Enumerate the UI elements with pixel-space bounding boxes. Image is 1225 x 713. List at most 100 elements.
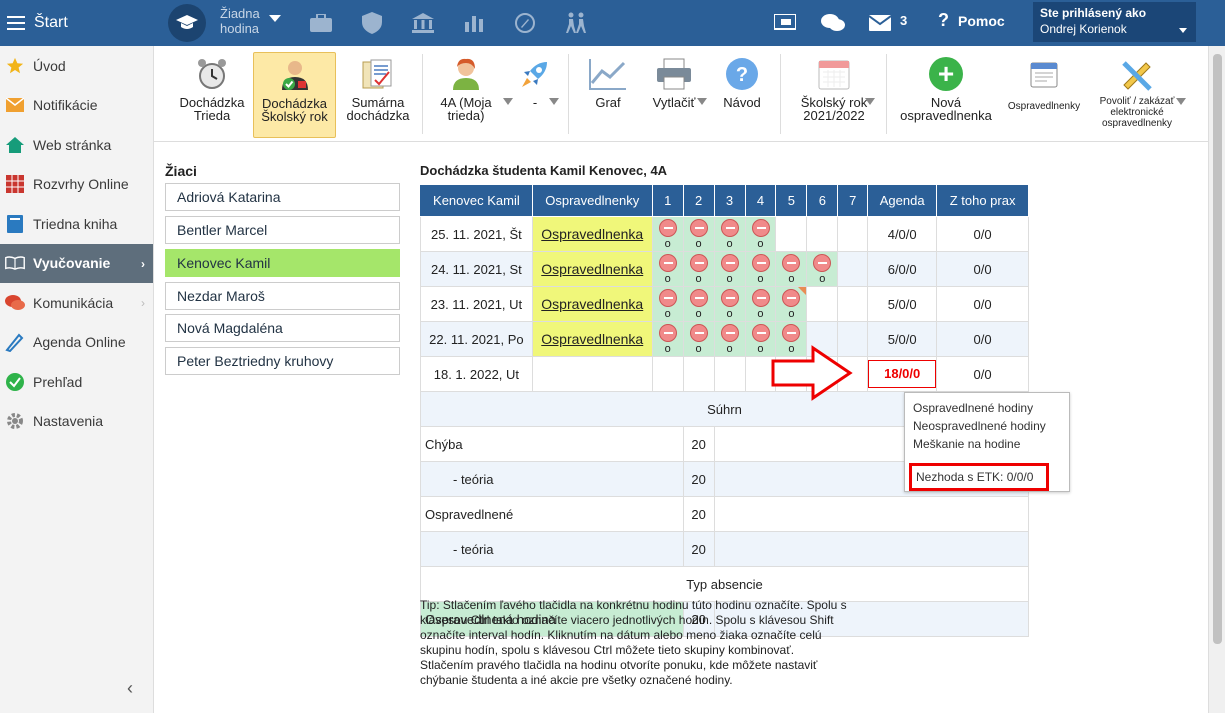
absence-cell[interactable]: o xyxy=(713,321,746,357)
absence-cell[interactable]: o xyxy=(744,216,777,252)
hour-cell[interactable] xyxy=(806,286,839,322)
page-scrollbar[interactable] xyxy=(1208,46,1225,713)
absence-cell[interactable]: o xyxy=(775,286,808,322)
student-item[interactable]: Bentler Marcel xyxy=(165,216,400,244)
absence-cell[interactable]: o xyxy=(744,286,777,322)
table-row: 24. 11. 2021, St Ospravedlnenka o o o o … xyxy=(420,251,1029,287)
user-menu[interactable]: Ste prihlásený ako Ondrej Korienok xyxy=(1033,2,1196,42)
sidebar-item-komunikacia[interactable]: Komunikácia › xyxy=(0,283,153,323)
toolbar-povolit-zakazat[interactable]: Povoliť / zakázať elektronické ospravedl… xyxy=(1089,52,1185,138)
column-header[interactable]: 1 xyxy=(651,184,684,217)
hour-caret-icon[interactable] xyxy=(269,15,281,22)
column-header[interactable]: 5 xyxy=(775,184,808,217)
start-menu-button[interactable]: Štart xyxy=(0,0,154,46)
absence-cell[interactable]: o xyxy=(682,286,715,322)
student-item[interactable]: Nová Magdaléna xyxy=(165,314,400,342)
column-header[interactable]: Kenovec Kamil xyxy=(420,184,533,217)
excuse-link[interactable]: Ospravedlnenka xyxy=(531,251,653,287)
absence-cell[interactable]: o xyxy=(651,216,684,252)
shield-icon[interactable] xyxy=(360,11,384,35)
sidebar-item-notifikacie[interactable]: Notifikácie xyxy=(0,86,153,126)
school-year-caret-icon[interactable] xyxy=(865,98,875,105)
absence-cell[interactable]: o xyxy=(682,251,715,287)
hour-cell[interactable] xyxy=(806,216,839,252)
student-item[interactable]: Nezdar Maroš xyxy=(165,282,400,310)
excuse-link[interactable]: Ospravedlnenka xyxy=(531,286,653,322)
collapse-sidebar-button[interactable]: ‹ xyxy=(127,678,133,699)
hour-cell[interactable] xyxy=(837,216,869,252)
student-item-selected[interactable]: Kenovec Kamil xyxy=(165,249,400,277)
sidebar-item-triedna-kniha[interactable]: Triedna kniha xyxy=(0,204,153,244)
absence-cell[interactable]: o xyxy=(713,216,746,252)
tooltip-line: Neospravedlnené hodiny xyxy=(913,419,1046,433)
toolbar-rocket-select[interactable]: - xyxy=(510,52,560,138)
alarm-clock-icon xyxy=(176,52,248,96)
hour-cell[interactable] xyxy=(651,356,684,392)
absence-cell[interactable]: o xyxy=(682,216,715,252)
sidebar-item-uvod[interactable]: Úvod xyxy=(0,46,153,86)
absence-cell[interactable]: o xyxy=(651,286,684,322)
date-cell[interactable]: 18. 1. 2022, Ut xyxy=(420,356,533,392)
sidebar-item-prehlad[interactable]: Prehľad xyxy=(0,362,153,402)
excuse-link[interactable]: Ospravedlnenka xyxy=(531,321,653,357)
absence-cell[interactable]: o xyxy=(744,251,777,287)
sidebar-item-nastavenia[interactable]: Nastavenia xyxy=(0,402,153,442)
plus-circle-icon: + xyxy=(897,52,995,96)
excuse-link[interactable]: Ospravedlnenka xyxy=(531,216,653,252)
cast-screen-icon[interactable] xyxy=(773,11,797,35)
toolbar-sumarna-dochadzka[interactable]: Sumárna dochádzka xyxy=(342,52,414,138)
hour-cell[interactable] xyxy=(837,286,869,322)
sidebar-item-web-stranka[interactable]: Web stránka xyxy=(0,125,153,165)
toolbar-ospravedlnenky[interactable]: Ospravedlnenky xyxy=(1006,52,1082,138)
absence-cell[interactable]: o xyxy=(806,251,839,287)
absence-cell[interactable]: o xyxy=(682,321,715,357)
walking-people-icon[interactable] xyxy=(564,11,588,35)
column-header[interactable]: 7 xyxy=(837,184,869,217)
envelope-icon[interactable] xyxy=(868,11,892,35)
briefcase-icon[interactable] xyxy=(309,11,333,35)
bar-chart-icon[interactable] xyxy=(462,11,486,35)
current-hour-selector[interactable]: Žiadna hodina xyxy=(220,6,260,36)
toolbar-graf[interactable]: Graf xyxy=(576,52,640,138)
rocket-select-caret-icon[interactable] xyxy=(549,98,559,105)
enable-excuses-caret-icon[interactable] xyxy=(1176,98,1186,105)
sidebar-item-vyucovanie[interactable]: Vyučovanie › xyxy=(0,243,153,283)
toolbar-class-select[interactable]: 4A (Moja trieda) xyxy=(430,52,502,138)
student-item[interactable]: Peter Beztriedny kruhovy xyxy=(165,347,400,375)
date-cell[interactable]: 22. 11. 2021, Po xyxy=(420,321,533,357)
hour-cell[interactable] xyxy=(775,216,808,252)
column-header[interactable]: 2 xyxy=(682,184,715,217)
column-header[interactable]: 4 xyxy=(744,184,777,217)
column-header[interactable]: 3 xyxy=(713,184,746,217)
sidebar-item-rozvrhy-online[interactable]: Rozvrhy Online xyxy=(0,165,153,205)
help-button[interactable]: ? Pomoc xyxy=(938,10,1005,31)
bank-icon[interactable] xyxy=(411,11,435,35)
pen-circle-icon[interactable] xyxy=(513,11,537,35)
date-cell[interactable]: 23. 11. 2021, Ut xyxy=(420,286,533,322)
date-cell[interactable]: 25. 11. 2021, Št xyxy=(420,216,533,252)
absence-cell[interactable]: o xyxy=(651,321,684,357)
toolbar-nova-ospravedlnenka[interactable]: + Nová ospravedlnenka xyxy=(897,52,995,138)
hour-cell[interactable] xyxy=(713,356,746,392)
toolbar-dochadzka-skolsky-rok[interactable]: Dochádzka Školský rok xyxy=(253,52,336,138)
absence-cell[interactable]: o xyxy=(713,251,746,287)
sidebar-item-agenda-online[interactable]: Agenda Online xyxy=(0,323,153,363)
excuse-cell[interactable] xyxy=(531,356,653,392)
scrollbar-thumb[interactable] xyxy=(1213,54,1222,644)
toolbar-dochadzka-trieda[interactable]: Dochádzka Trieda xyxy=(176,52,248,138)
toolbar-navod[interactable]: ? Návod xyxy=(715,52,769,138)
print-caret-icon[interactable] xyxy=(697,98,707,105)
column-header[interactable]: 6 xyxy=(806,184,839,217)
toolbar-skolsky-rok[interactable]: Školský rok 2021/2022 xyxy=(788,52,880,138)
messages-count-badge[interactable]: 3 xyxy=(900,13,907,28)
student-item[interactable]: Adriová Katarina xyxy=(165,183,400,211)
hour-cell[interactable] xyxy=(682,356,715,392)
chat-bubbles-icon[interactable] xyxy=(821,11,845,35)
absence-cell[interactable]: o xyxy=(651,251,684,287)
absence-cell[interactable]: o xyxy=(775,251,808,287)
date-cell[interactable]: 24. 11. 2021, St xyxy=(420,251,533,287)
toolbar-vytlacit[interactable]: Vytlačiť xyxy=(644,52,704,138)
absence-cell[interactable]: o xyxy=(713,286,746,322)
hour-cell[interactable] xyxy=(837,251,869,287)
graduation-cap-icon[interactable] xyxy=(168,4,206,42)
